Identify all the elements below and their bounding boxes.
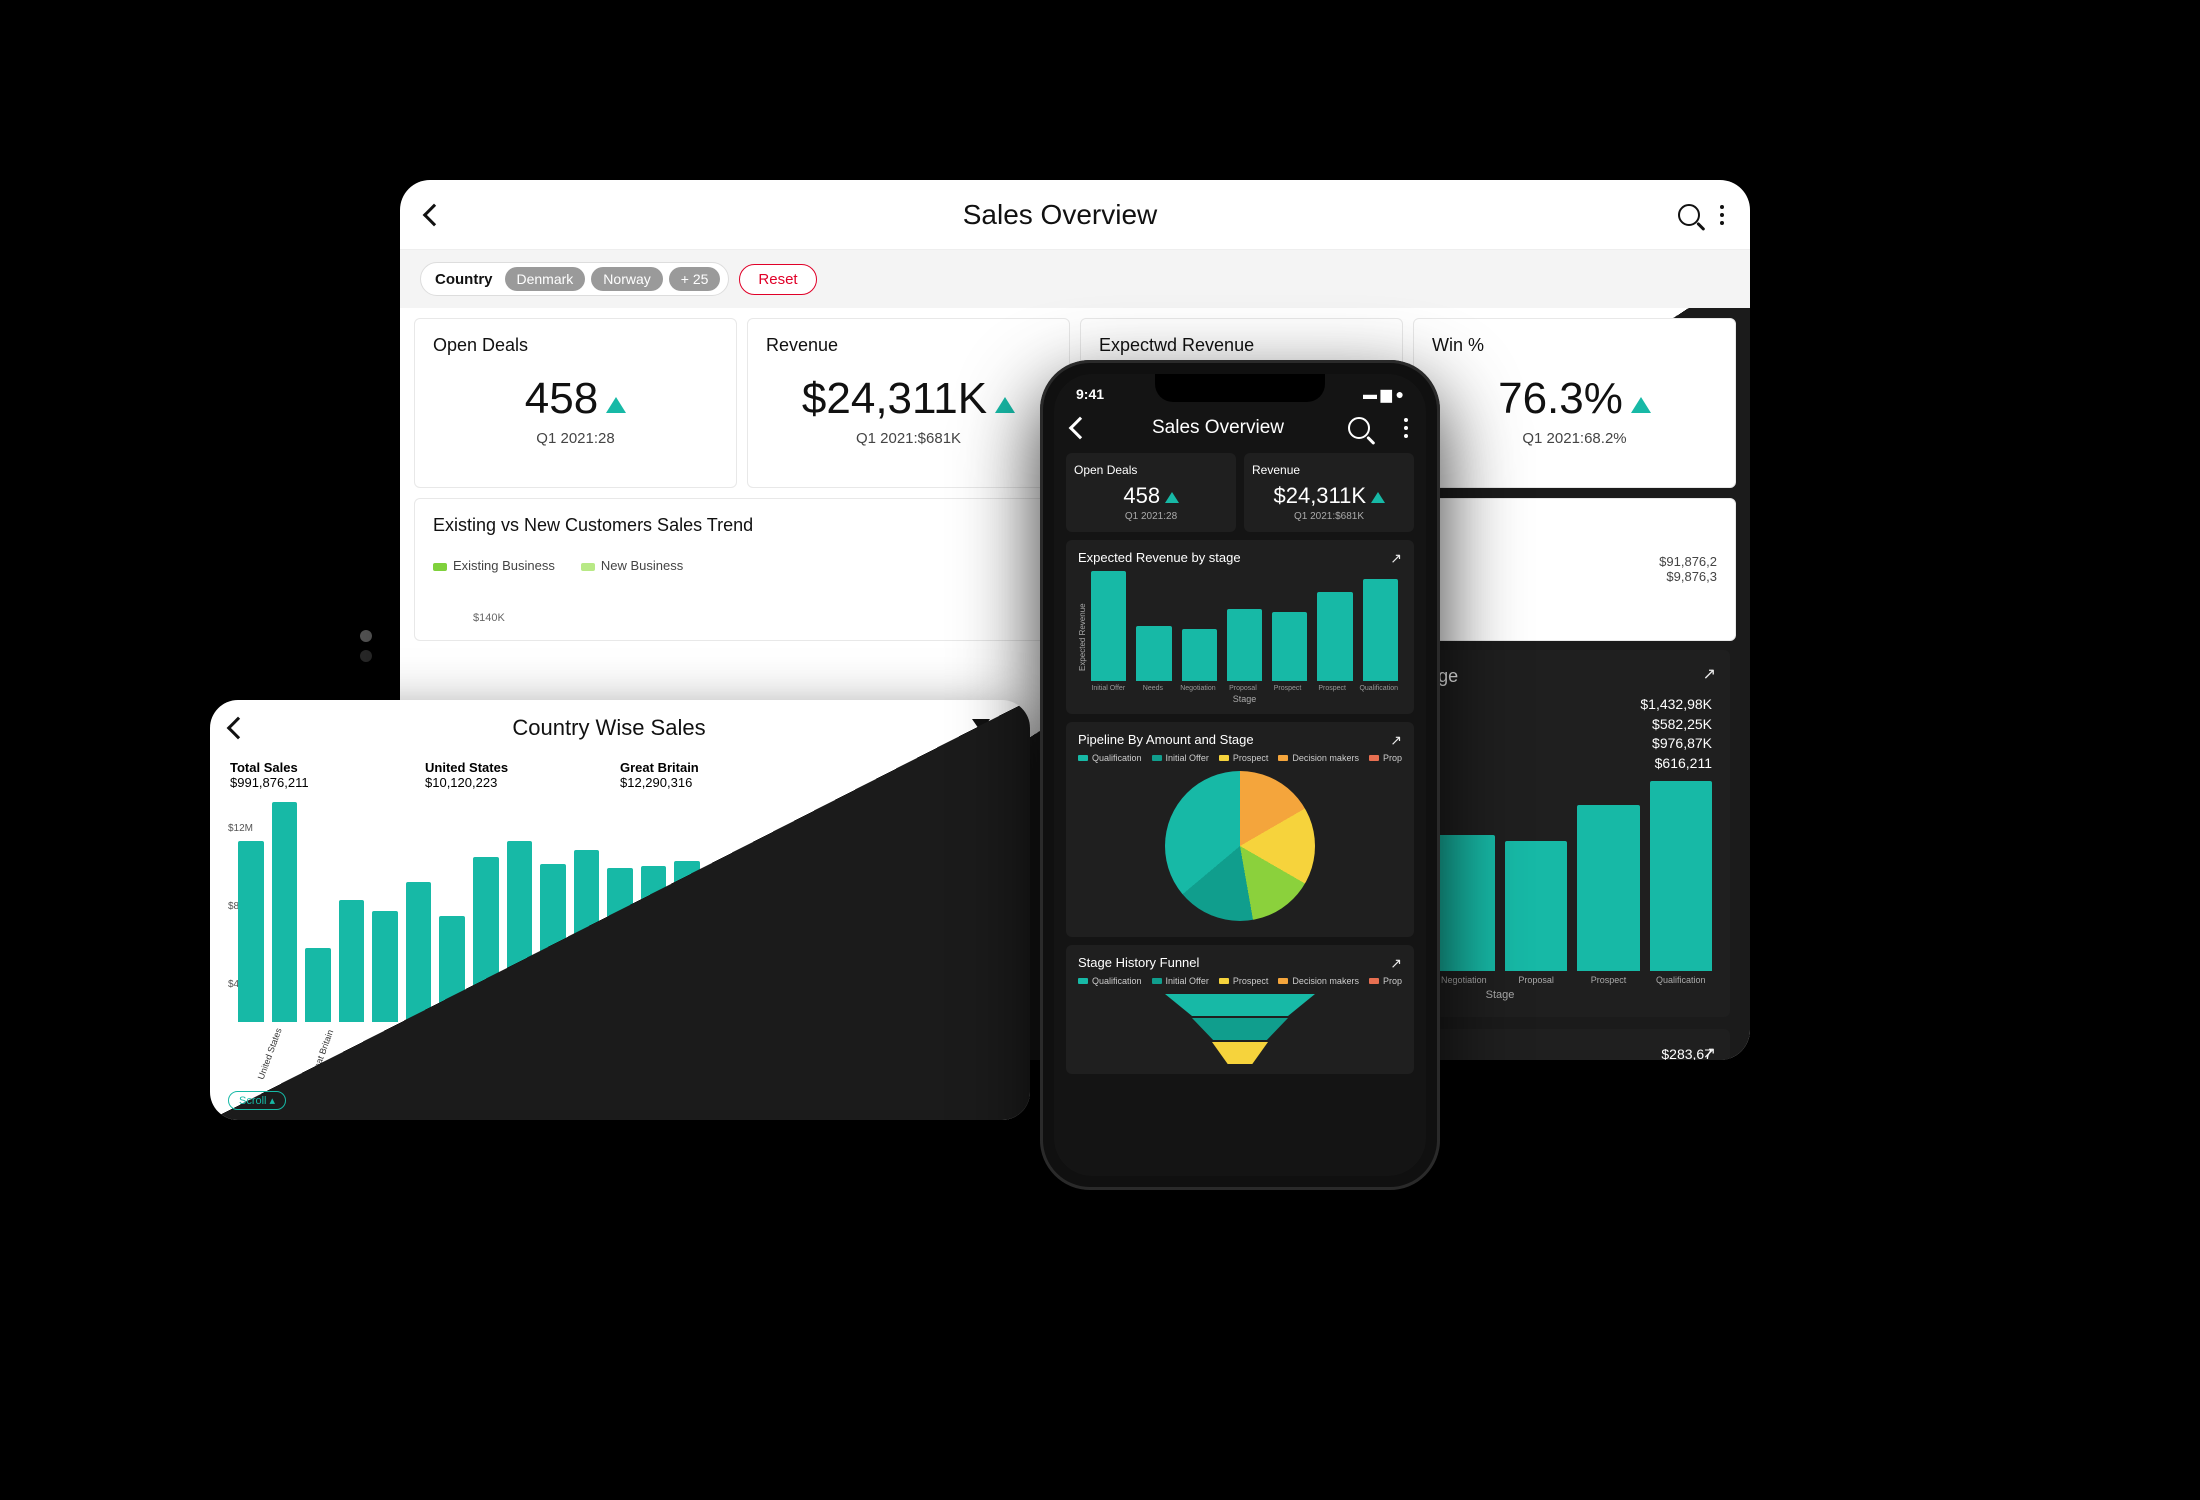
phone-title: Sales Overview [1102,417,1334,439]
funnel-legend: QualificationInitial OfferProspectDecisi… [1078,976,1402,986]
mini-bar-labels: Initial OfferNeedsNegotiationProposalPro… [1087,681,1402,692]
expand-icon[interactable]: ↗ [1390,732,1402,749]
trend-up-icon [1631,397,1651,413]
tablet-title: Sales Overview [442,199,1678,231]
country-sales-chart[interactable]: Sales $12M $8M $4M United StatesGreat Br… [228,802,1012,1062]
mini-bar-chart [1087,571,1402,681]
phone-kpi-open-deals[interactable]: Open Deals 458 Q1 2021:28 [1066,453,1236,532]
landscape-phone-frame: Country Wise Sales Total Sales$991,876,2… [210,700,1030,1120]
trend-up-icon [995,397,1015,413]
trend-up-icon [1165,492,1179,503]
filter-pill[interactable]: Denmark [505,267,586,291]
status-icons: ▬ ▆ ● [1363,386,1404,403]
filter-label: Country [429,271,499,288]
kpi-value: 458 [525,374,598,424]
expand-icon[interactable]: ↗ [1390,550,1402,567]
search-icon[interactable] [1678,204,1700,226]
reset-button[interactable]: Reset [739,264,816,295]
pie-legend: QualificationInitial OfferProspectDecisi… [1078,753,1402,763]
chart-ylabel: Expected Revenue [1078,571,1087,704]
kpi-sub: Q1 2021:28 [1074,511,1228,522]
expand-icon[interactable]: ↗ [1703,1043,1716,1060]
trend-up-icon [1371,492,1385,503]
more-icon[interactable] [1006,718,1010,738]
kpi-title: Expectwd Revenue [1099,335,1384,356]
trend-legend: Existing Business New Business [433,558,683,584]
kpi-value: $24,311K [1273,483,1366,508]
phone-funnel[interactable]: ↗ Stage History Funnel QualificationInit… [1066,945,1414,1074]
status-time: 9:41 [1076,386,1104,403]
phone-stage-chart[interactable]: ↗ Expected Revenue by stage Expected Rev… [1066,540,1414,714]
kpi-win-pct[interactable]: Win % 76.3% Q1 2021:68.2% [1413,318,1736,488]
chart-xlabel: Countries [228,1054,1012,1068]
trend-up-icon [606,397,626,413]
filter-pill[interactable]: + 25 [669,267,721,291]
section-title: Expected Revenue by stage [1078,550,1402,565]
section-title: Pipeline By Amount and Stage [1078,732,1402,747]
kpi-sub: Q1 2021:$681K [766,430,1051,447]
kpi-value: $24,311K [802,374,987,424]
section-title: Stage History Funnel [1078,955,1402,970]
totals-row: Total Sales$991,876,211 United States$10… [210,756,1030,794]
filter-icon[interactable] [972,719,990,737]
pie-chart [1165,771,1315,921]
kpi-title: Revenue [1252,463,1406,477]
more-icon[interactable] [1720,205,1724,225]
kpi-revenue[interactable]: Revenue $24,311K Q1 2021:$681K [747,318,1070,488]
kpi-sub: Q1 2021:28 [433,430,718,447]
filter-group-country[interactable]: Country Denmark Norway + 25 [420,262,729,296]
kpi-title: Open Deals [1074,463,1228,477]
kpi-value: 76.3% [1498,374,1623,424]
trend-right-values: $91,876,2 $9,876,3 [1659,554,1717,584]
search-icon[interactable] [1348,417,1370,439]
phone-frame: 9:41 ▬ ▆ ● Sales Overview Open Deals 458… [1040,360,1440,1190]
phone-kpi-revenue[interactable]: Revenue $24,311K Q1 2021:$681K [1244,453,1414,532]
filter-pill[interactable]: Norway [591,267,662,291]
kpi-sub: Q1 2021:68.2% [1432,430,1717,447]
landscape-title: Country Wise Sales [246,715,972,741]
phone-notch [1155,374,1325,402]
funnel-chart [1078,994,1402,1064]
more-icon[interactable] [1404,418,1408,438]
page-dots [360,630,372,662]
kpi-value: 458 [1123,483,1160,508]
phone-pipeline-pie[interactable]: ↗ Pipeline By Amount and Stage Qualifica… [1066,722,1414,937]
scroll-pill[interactable]: Scroll ▴ [228,1091,286,1110]
kpi-open-deals[interactable]: Open Deals 458 Q1 2021:28 [414,318,737,488]
kpi-title: Open Deals [433,335,718,356]
kpi-sub: Q1 2021:$681K [1252,511,1406,522]
kpi-title: Revenue [766,335,1051,356]
kpi-title: Win % [1432,335,1717,356]
back-icon[interactable] [1069,417,1092,440]
expand-icon[interactable]: ↗ [1703,664,1716,684]
chart-xlabel: Stage [1087,694,1402,704]
expand-icon[interactable]: ↗ [1390,955,1402,972]
